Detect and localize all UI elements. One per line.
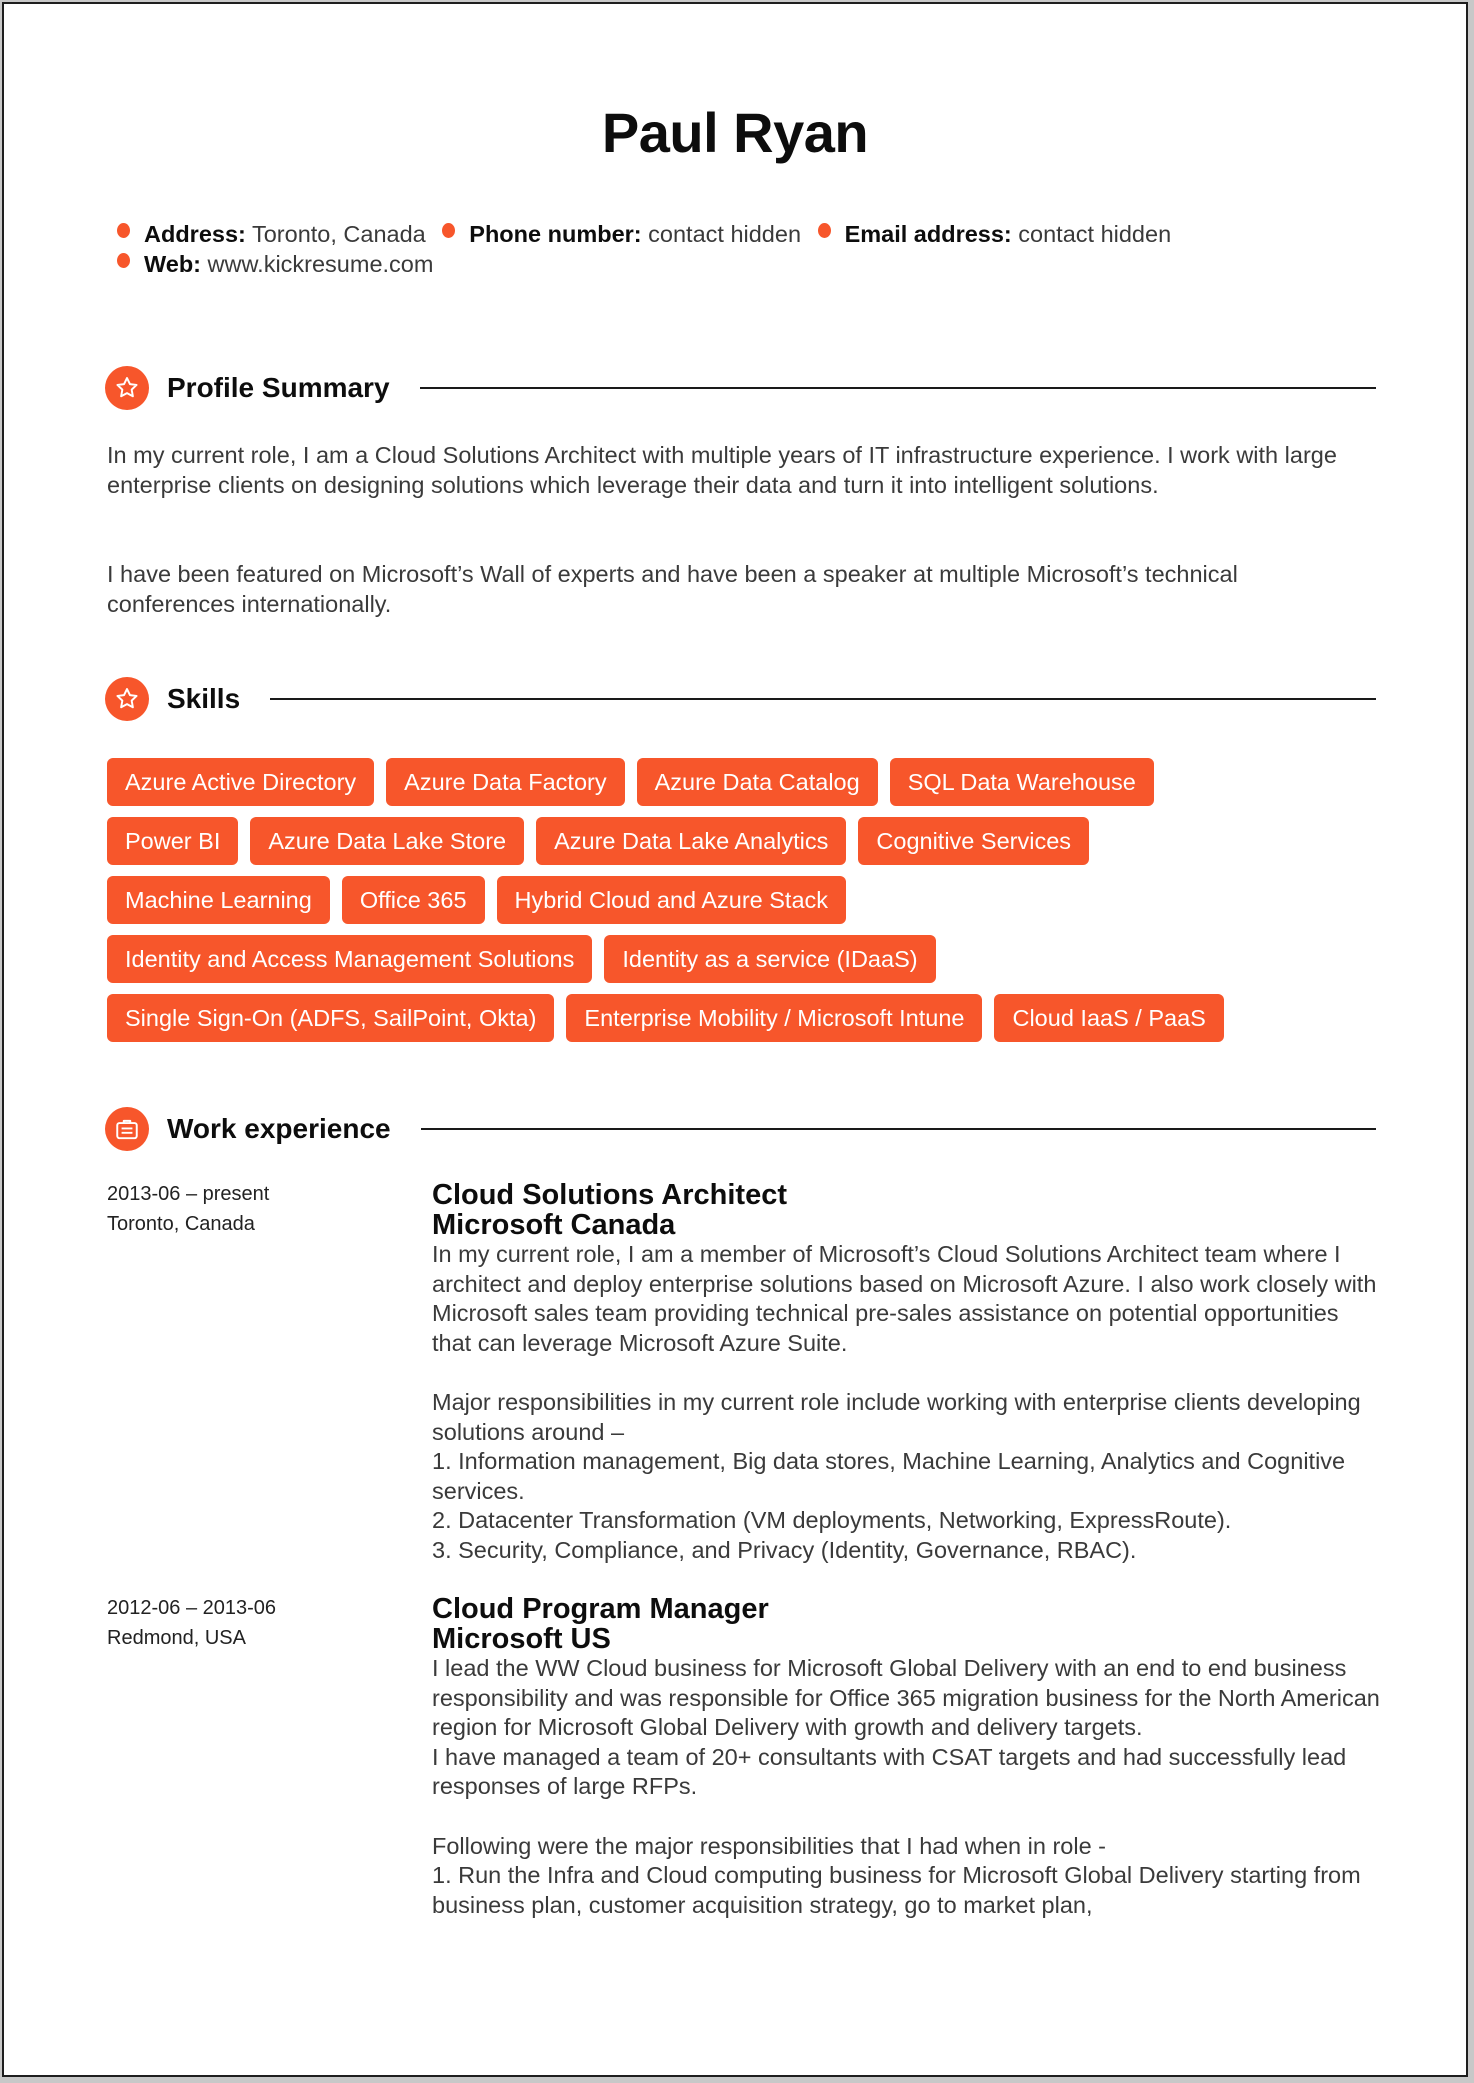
skill-tag: SQL Data Warehouse [889, 758, 1154, 806]
skill-tag: Office 365 [341, 876, 485, 924]
job-description: In my current role, I am a member of Mic… [432, 1240, 1382, 1566]
job-line: Following were the major responsibilitie… [432, 1832, 1106, 1859]
job-line: 3. Security, Compliance, and Privacy (Id… [432, 1536, 1137, 1563]
job-meta: 2012-06 – 2013-06 Redmond, USA [107, 1594, 407, 1653]
skill-row: Machine Learning Office 365 Hybrid Cloud… [107, 876, 1387, 924]
section-title: Skills [167, 683, 241, 714]
contact-list: Address: Toronto, Canada Phone number: c… [117, 219, 1367, 279]
job-description: I lead the WW Cloud business for Microso… [432, 1654, 1382, 1920]
contact-label: Address: [144, 221, 246, 247]
bullet-dot-icon [117, 253, 130, 268]
job-line: In my current role, I am a member of Mic… [432, 1241, 1377, 1356]
profile-paragraph: I have been featured on Microsoft’s Wall… [107, 561, 1238, 617]
contact-value: Toronto, Canada [251, 221, 426, 247]
job-title: Cloud Program Manager [432, 1593, 769, 1625]
job-line: 2. Datacenter Transformation (VM deploym… [432, 1507, 1232, 1534]
skills-list: Azure Active Directory Azure Data Factor… [107, 758, 1387, 1053]
section-header-profile: Profile Summary [105, 365, 1376, 411]
contact-phone: Phone number: contact hidden [442, 219, 801, 249]
contact-value: www.kickresume.com [207, 251, 434, 277]
skill-tag: Azure Data Lake Store [250, 817, 525, 865]
skill-tag: Power BI [107, 817, 239, 865]
contact-web: Web: www.kickresume.com [117, 249, 433, 279]
section-divider [419, 387, 1376, 389]
star-icon [105, 677, 149, 721]
skill-tag: Azure Data Lake Analytics [536, 817, 847, 865]
job-company: Microsoft US [432, 1623, 611, 1655]
job-dates: 2012-06 – 2013-06 [107, 1597, 277, 1619]
bullet-dot-icon [442, 223, 456, 238]
skill-tag: Azure Data Factory [386, 758, 625, 806]
job-location: Redmond, USA [107, 1626, 246, 1649]
skill-tag: Enterprise Mobility / Microsoft Intune [566, 994, 983, 1042]
job-line: I have managed a team of 20+ consultants… [432, 1743, 1347, 1800]
bullet-dot-icon [817, 223, 831, 238]
job-line: Major responsibilities in my current rol… [432, 1388, 1361, 1445]
skill-row: Identity and Access Management Solutions… [107, 935, 1387, 983]
section-divider [420, 1128, 1376, 1130]
contact-value: contact hidden [1018, 221, 1172, 247]
skill-tag: Single Sign-On (ADFS, SailPoint, Okta) [107, 994, 555, 1042]
briefcase-icon [105, 1107, 149, 1151]
skill-row: Power BI Azure Data Lake Store Azure Dat… [107, 817, 1387, 865]
skill-tag: Cognitive Services [858, 817, 1090, 865]
bullet-dot-icon [117, 223, 130, 238]
skill-tag: Azure Active Directory [107, 758, 375, 806]
job-body: Cloud Solutions Architect Microsoft Cana… [432, 1180, 1382, 1566]
skill-tag: Hybrid Cloud and Azure Stack [496, 876, 847, 924]
job-line: I lead the WW Cloud business for Microso… [432, 1655, 1380, 1741]
skill-row: Single Sign-On (ADFS, SailPoint, Okta) E… [107, 994, 1387, 1042]
job-line: 1. Information management, Big data stor… [432, 1448, 1346, 1504]
contact-label: Email address: [844, 221, 1012, 247]
candidate-name: Paul Ryan [601, 101, 869, 164]
skill-tag: Identity and Access Management Solutions [107, 935, 593, 983]
contact-label: Web: [144, 251, 202, 277]
contact-label: Phone number: [469, 221, 642, 247]
skill-tag: Machine Learning [107, 876, 330, 924]
contact-address: Address: Toronto, Canada [117, 219, 426, 249]
job-title: Cloud Solutions Architect [432, 1179, 787, 1211]
job-company: Microsoft Canada [432, 1209, 676, 1241]
job-meta: 2013-06 – present Toronto, Canada [107, 1180, 407, 1239]
resume-page: Paul Ryan Address: Toronto, Canada Phone… [2, 2, 1468, 2077]
skill-tag: Azure Data Catalog [636, 758, 878, 806]
job-location: Toronto, Canada [107, 1212, 255, 1235]
skill-tag: Cloud IaaS / PaaS [994, 994, 1224, 1042]
job-line: 1. Run the Infra and Cloud computing bus… [432, 1862, 1361, 1918]
contact-email: Email address: contact hidden [817, 219, 1172, 249]
job-body: Cloud Program Manager Microsoft US I lea… [432, 1594, 1382, 1920]
profile-paragraph: In my current role, I am a Cloud Solutio… [107, 442, 1337, 498]
skill-row: Azure Active Directory Azure Data Factor… [107, 758, 1387, 806]
section-title: Profile Summary [167, 372, 390, 403]
job-dates: 2013-06 – present [107, 1183, 270, 1205]
skill-tag: Identity as a service (IDaaS) [604, 935, 936, 983]
section-divider [270, 698, 1376, 700]
contact-value: contact hidden [648, 221, 802, 247]
section-header-work: Work experience [105, 1106, 1376, 1152]
star-icon [105, 366, 149, 410]
section-title: Work experience [167, 1113, 391, 1144]
section-header-skills: Skills [105, 676, 1376, 722]
